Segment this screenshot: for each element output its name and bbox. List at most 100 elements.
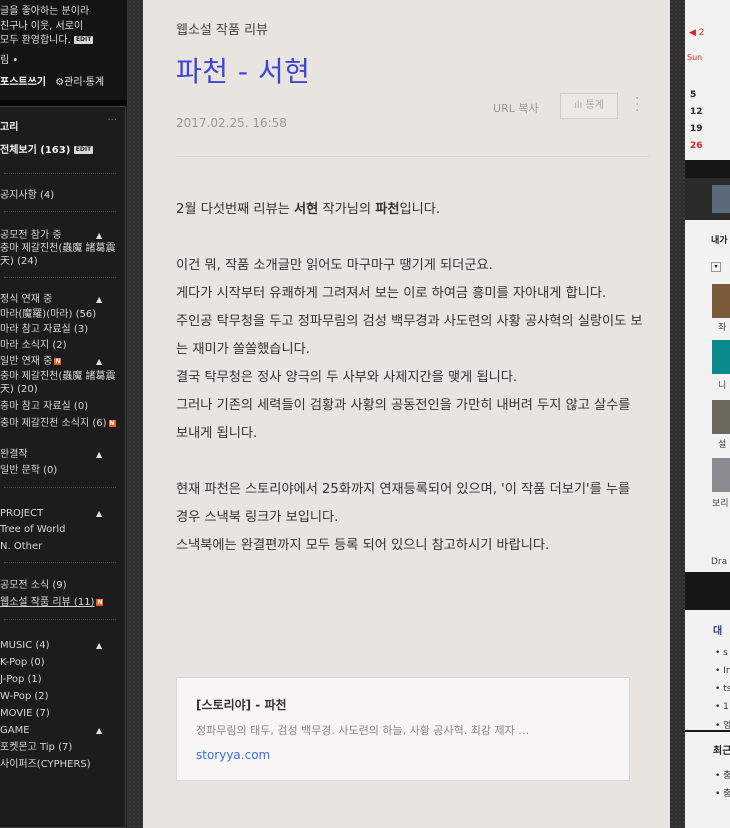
category-serial-group[interactable]: 정식 연재 중 ▲ bbox=[0, 293, 124, 306]
bar-chart-icon: ılı bbox=[574, 100, 583, 111]
category-chungma-ref[interactable]: 충마 참고 자료실 (0) bbox=[0, 400, 124, 413]
admin-stats-link[interactable]: 관리·통계 bbox=[64, 77, 104, 88]
neighbor-thumbnail[interactable] bbox=[712, 400, 730, 434]
post-article: 웹소설 작품 리뷰 파천 - 서현 2017.02.25. 16:58 URL … bbox=[143, 0, 670, 828]
recent-item[interactable]: • ts bbox=[715, 684, 730, 694]
dra-label: Dra bbox=[711, 557, 728, 567]
triangle-up-icon: ▲ bbox=[96, 357, 103, 366]
link-card-url[interactable]: storyya.com bbox=[196, 748, 610, 762]
category-panel: 고리 ··· 전체보기 (163) EDIT 공지사항 (4) 공모전 참가 중… bbox=[0, 106, 126, 828]
link-preview-card[interactable]: [스토리야] - 파천 정파무림의 태두, 검성 백무경. 사도련의 하늘, 사… bbox=[176, 677, 630, 781]
new-badge: N bbox=[96, 598, 104, 606]
recent-item[interactable]: • In bbox=[715, 666, 730, 676]
intro-line-2: 친구나 이웃, 서로이 bbox=[0, 21, 84, 32]
category-project-group[interactable]: PROJECT ▲ bbox=[0, 507, 124, 520]
category-jpop[interactable]: J-Pop (1) bbox=[0, 673, 124, 686]
category-general-literature[interactable]: 일반 문학 (0) bbox=[0, 464, 124, 477]
profile-header bbox=[685, 178, 730, 220]
category-wpop[interactable]: W-Pop (2) bbox=[0, 690, 124, 703]
left-sidebar: 글을 좋아하는 분이라 친구나 이웃, 서로이 모두 환영합니다. EDIT 림… bbox=[0, 0, 128, 828]
post-header-divider bbox=[176, 156, 649, 157]
category-other[interactable]: N. Other bbox=[0, 540, 124, 553]
category-complete-group[interactable]: 완결작 ▲ bbox=[0, 448, 124, 461]
body-line: 스낵북에는 완결편까지 모두 등록 되어 있으니 참고하시기 바랍니다. bbox=[176, 538, 550, 553]
intro-line-1: 글을 좋아하는 분이라 bbox=[0, 6, 90, 17]
dropdown-icon[interactable]: ▾ bbox=[711, 262, 721, 272]
category-pokemongo[interactable]: 포켓몬고 Tip (7) bbox=[0, 741, 124, 754]
calendar-widget: ◀ 2 Sun 5 12 19 26 bbox=[685, 0, 730, 160]
body-paragraph: 2월 다섯번째 리뷰는 서현 작가님의 파천입니다. bbox=[176, 202, 441, 217]
post-date: 2017.02.25. 16:58 bbox=[176, 116, 287, 130]
category-divider bbox=[4, 173, 116, 174]
category-edit-button[interactable]: EDIT bbox=[73, 146, 94, 154]
avatar[interactable] bbox=[712, 185, 730, 213]
neighbor-caption: 보리 bbox=[712, 499, 729, 509]
recent-comment-item[interactable]: • 충 bbox=[715, 768, 730, 781]
write-admin-row: 포스트쓰기 ⚙관리·통계 bbox=[0, 73, 104, 88]
triangle-up-icon: ▲ bbox=[96, 295, 103, 304]
post-title[interactable]: 파천 - 서현 bbox=[176, 50, 310, 90]
body-line: 현재 파천은 스토리야에서 25화까지 연재등록되어 있으며, '이 작품 더보… bbox=[176, 482, 631, 525]
my-neighbors-label: 내가 bbox=[711, 236, 728, 246]
stats-button-label: 통계 bbox=[585, 100, 604, 111]
triangle-up-icon: ▲ bbox=[96, 641, 103, 650]
category-chungma-news[interactable]: 충마 제갈진천 소식지 (6) N bbox=[0, 417, 122, 430]
calendar-sunday-label: Sun bbox=[687, 53, 703, 62]
category-divider bbox=[4, 277, 116, 278]
neighbor-list: 내가 ▾ 좌 니 설 보리 Dra bbox=[685, 220, 730, 572]
panel-more-icon[interactable]: ··· bbox=[107, 115, 117, 126]
category-chungma-serial[interactable]: 충마 제갈진천(蟲魔 諸葛震天) (20) bbox=[0, 370, 122, 396]
category-divider bbox=[4, 619, 116, 620]
category-game-group[interactable]: GAME ▲ bbox=[0, 724, 124, 737]
category-cyphers[interactable]: 사이퍼즈(CYPHERS) bbox=[0, 758, 122, 771]
neighbor-caption: 니 bbox=[718, 381, 727, 391]
category-tree-of-world[interactable]: Tree of World bbox=[0, 523, 124, 536]
neighbor-thumbnail[interactable] bbox=[712, 284, 730, 318]
write-post-link[interactable]: 포스트쓰기 bbox=[0, 77, 46, 88]
category-movie[interactable]: MOVIE (7) bbox=[0, 707, 124, 720]
category-mara-news[interactable]: 마라 소식지 (2) bbox=[0, 339, 124, 352]
triangle-up-icon: ▲ bbox=[96, 231, 103, 240]
neighbor-thumbnail[interactable] bbox=[712, 340, 730, 374]
calendar-day[interactable]: 12 bbox=[690, 107, 703, 117]
body-line: 게다가 시작부터 유쾌하게 그려져서 보는 이로 하여금 흥미를 자아내게 합니… bbox=[176, 286, 607, 301]
category-chungma-contest[interactable]: 충마 제갈진천(蟲魔 諸葛震天) (24) bbox=[0, 242, 122, 268]
recent-comment-item[interactable]: • 충 bbox=[715, 786, 730, 799]
recent-comments-title: 최근 bbox=[713, 746, 730, 757]
body-line: 그러나 기존의 세력들이 검황과 사황의 공동전인을 가만히 내버려 두지 않고… bbox=[176, 398, 631, 441]
body-line: 주인공 탁무청을 두고 정파무림의 검성 백무경과 사도련의 사황 공사혁의 실… bbox=[176, 314, 643, 357]
calendar-day[interactable]: 19 bbox=[690, 124, 703, 134]
body-line: 이건 뭐, 작품 소개글만 읽어도 마구마구 땡기게 되더군요. bbox=[176, 258, 493, 273]
recent-section-title: 대 bbox=[713, 626, 723, 637]
recent-item[interactable]: • 엉 bbox=[715, 718, 730, 730]
category-music-group[interactable]: MUSIC (4) ▲ bbox=[0, 639, 124, 652]
category-general-serial-group[interactable]: 일반 연재 중 N ▲ bbox=[0, 355, 124, 368]
link-card-description: 정파무림의 태두, 검성 백무경. 사도련의 하늘, 사황 공사혁. 최강 제자… bbox=[196, 724, 530, 737]
recent-item[interactable]: • s bbox=[715, 648, 728, 658]
intro-line-3: 모두 환영합니다. bbox=[0, 35, 71, 46]
right-gutter bbox=[670, 0, 685, 828]
intro-edit-button[interactable]: EDIT bbox=[73, 36, 94, 44]
stats-button[interactable]: ılı 통계 bbox=[560, 93, 618, 119]
body-line: 결국 탁무청은 정사 양극의 두 사부와 사제지간을 맺게 됩니다. bbox=[176, 370, 518, 385]
vertical-dots-icon[interactable]: · · · bbox=[635, 92, 639, 118]
category-webnovel-review[interactable]: 웹소설 작품 리뷰 (11) N bbox=[0, 596, 124, 609]
category-mara-ref[interactable]: 마라 참고 자료실 (3) bbox=[0, 323, 124, 336]
url-copy-button[interactable]: URL 복사 bbox=[493, 100, 539, 116]
category-contest-group[interactable]: 공모전 참가 중 ▲ bbox=[0, 229, 124, 242]
calendar-day[interactable]: 5 bbox=[690, 90, 696, 100]
neighbor-thumbnail[interactable] bbox=[712, 458, 730, 492]
post-category[interactable]: 웹소설 작품 리뷰 bbox=[176, 19, 268, 38]
triangle-up-icon: ▲ bbox=[96, 509, 103, 518]
category-all[interactable]: 전체보기 (163) EDIT bbox=[0, 144, 124, 157]
category-notice[interactable]: 공지사항 (4) bbox=[0, 189, 124, 202]
author-name: 서현 bbox=[294, 202, 319, 217]
category-kpop[interactable]: K-Pop (0) bbox=[0, 656, 124, 669]
category-divider bbox=[4, 487, 116, 488]
category-mara[interactable]: 마라(魔羅)(마라) (56) bbox=[0, 308, 124, 321]
calendar-prev-button[interactable]: ◀ 2 bbox=[689, 28, 705, 38]
category-contest-news[interactable]: 공모전 소식 (9) bbox=[0, 579, 124, 592]
recent-item[interactable]: • 1 bbox=[715, 702, 729, 712]
calendar-day[interactable]: 26 bbox=[690, 141, 703, 151]
category-panel-title: 고리 bbox=[0, 122, 19, 133]
